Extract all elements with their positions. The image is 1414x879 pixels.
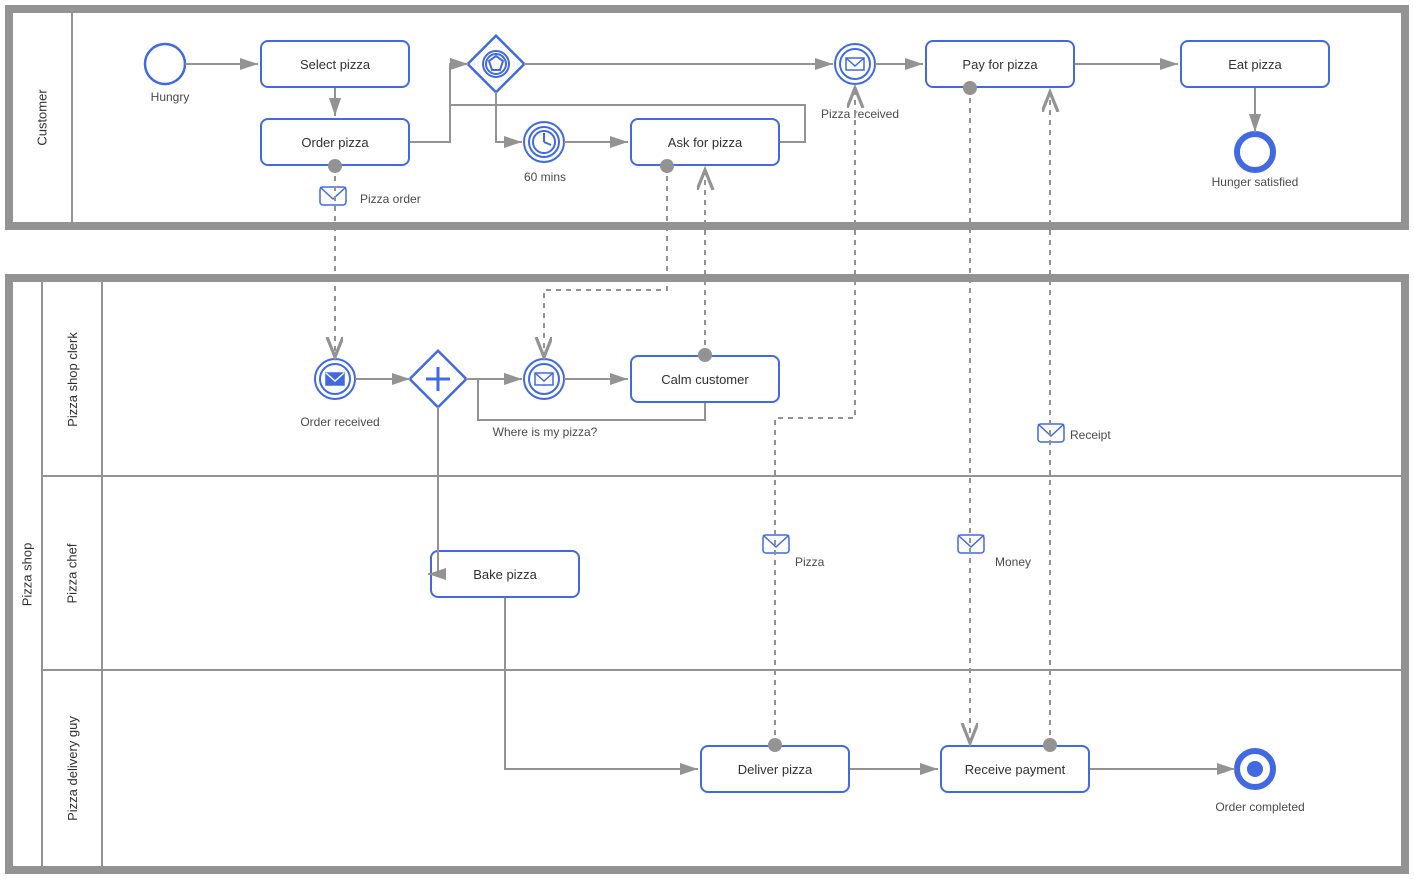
- label-60mins: 60 mins: [515, 170, 575, 184]
- bpmn-diagram: Customer Pizza shop Pizza shop clerk Piz…: [0, 0, 1414, 879]
- task-calm-customer[interactable]: Calm customer: [630, 355, 780, 403]
- lane-header-delivery: Pizza delivery guy: [43, 670, 103, 866]
- task-ask-pizza[interactable]: Ask for pizza: [630, 118, 780, 166]
- task-deliver-pizza[interactable]: Deliver pizza: [700, 745, 850, 793]
- label-pizza-received: Pizza received: [810, 107, 910, 121]
- label-order-received: Order received: [290, 415, 390, 429]
- lane-label-clerk: Pizza shop clerk: [65, 332, 80, 427]
- task-select-pizza[interactable]: Select pizza: [260, 40, 410, 88]
- label-pizza-order: Pizza order: [360, 192, 440, 206]
- lane-label-chef: Pizza chef: [65, 543, 80, 603]
- lane-sep-2: [43, 669, 1401, 671]
- pool-label-customer: Customer: [34, 89, 49, 145]
- label-where-pizza: Where is my pizza?: [485, 425, 605, 439]
- label-pizza: Pizza: [795, 555, 845, 569]
- lane-sep-1: [43, 475, 1401, 477]
- label-order-completed: Order completed: [1205, 800, 1315, 814]
- label-money: Money: [995, 555, 1045, 569]
- label-receipt: Receipt: [1070, 428, 1130, 442]
- label-hunger-satisfied: Hunger satisfied: [1205, 175, 1305, 189]
- lane-header-chef: Pizza chef: [43, 476, 103, 670]
- task-pay-pizza[interactable]: Pay for pizza: [925, 40, 1075, 88]
- task-eat-pizza[interactable]: Eat pizza: [1180, 40, 1330, 88]
- pool-header-shop: Pizza shop: [13, 282, 43, 866]
- pool-header-customer: Customer: [13, 13, 73, 222]
- pool-label-shop: Pizza shop: [20, 542, 35, 606]
- task-bake-pizza[interactable]: Bake pizza: [430, 550, 580, 598]
- label-hungry: Hungry: [140, 90, 200, 104]
- task-receive-payment[interactable]: Receive payment: [940, 745, 1090, 793]
- lane-label-delivery: Pizza delivery guy: [65, 716, 80, 821]
- lane-header-clerk: Pizza shop clerk: [43, 282, 103, 476]
- task-order-pizza[interactable]: Order pizza: [260, 118, 410, 166]
